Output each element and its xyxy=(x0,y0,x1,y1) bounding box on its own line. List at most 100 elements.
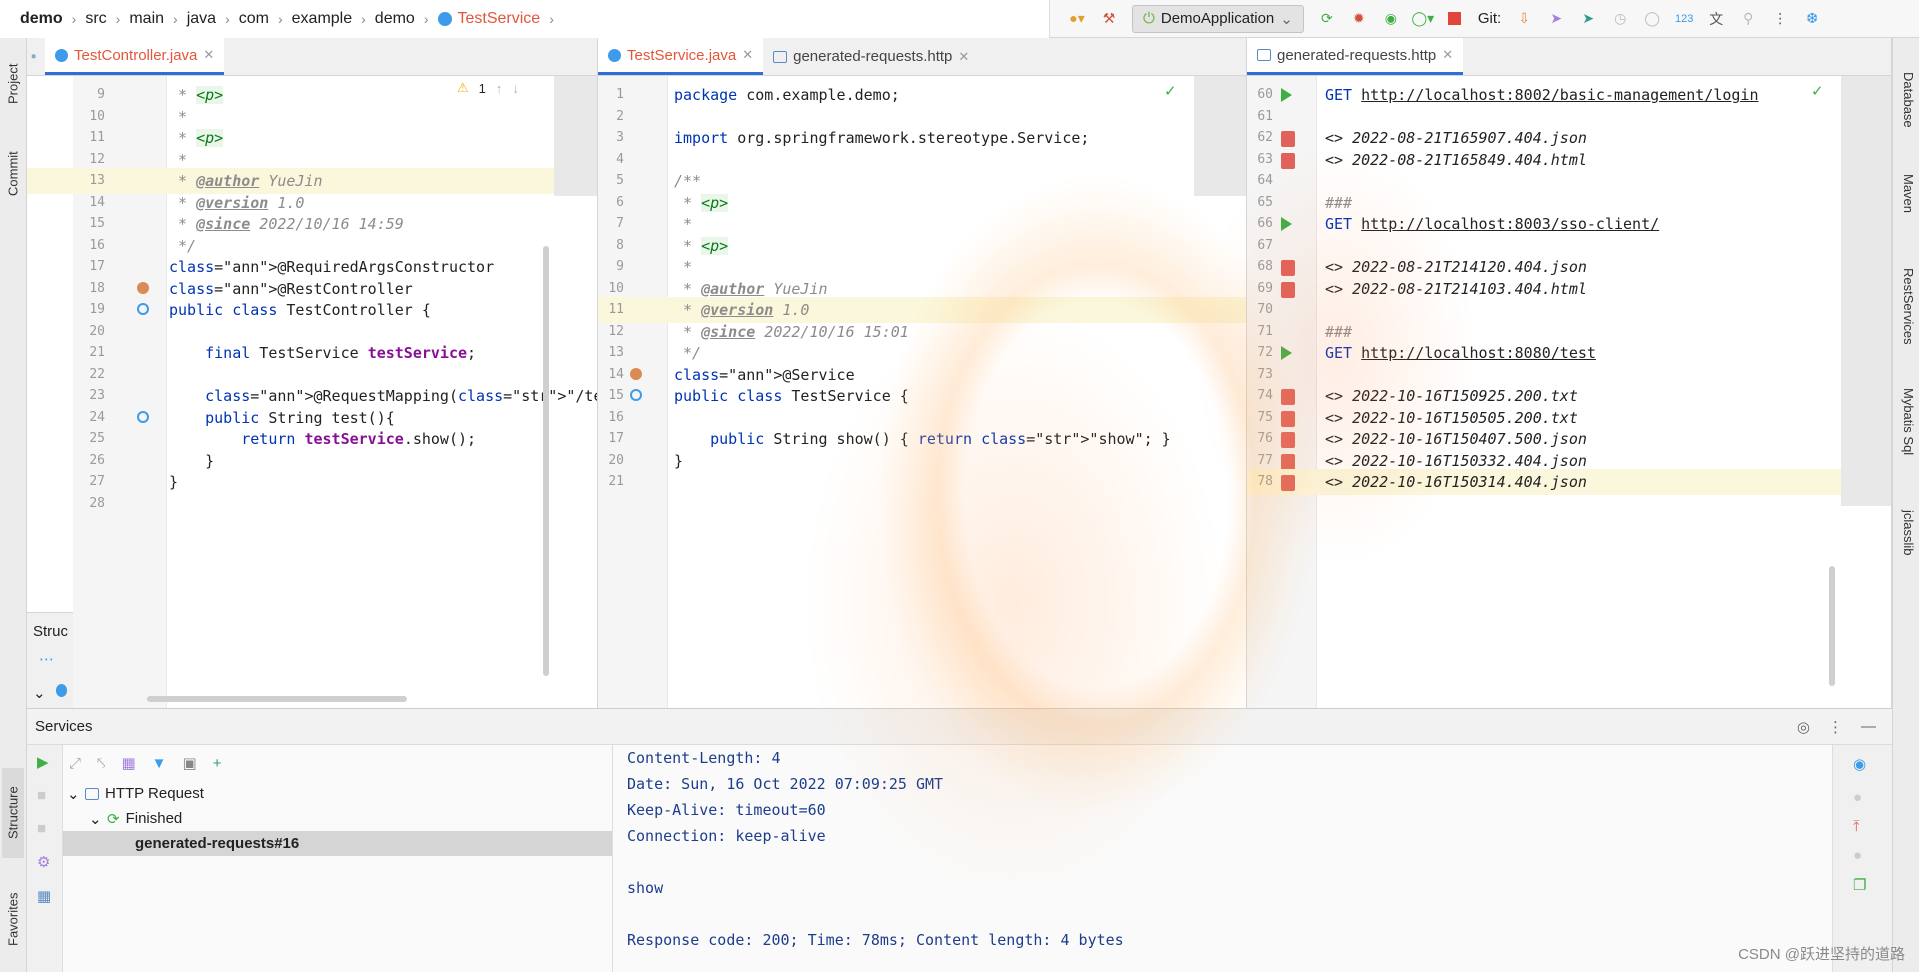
tree-node-finished[interactable]: ⌄ ⟳ Finished xyxy=(63,806,612,831)
git-commit-icon[interactable]: ➤ xyxy=(1547,10,1565,28)
more-icon[interactable]: ⋯ xyxy=(27,650,73,668)
database-tool-tab[interactable]: Database xyxy=(1894,72,1916,162)
more-icon[interactable]: ⋮ xyxy=(1771,10,1789,28)
close-icon[interactable]: ✕ xyxy=(958,49,969,65)
collapse-all-icon[interactable]: ⤣ xyxy=(97,755,105,772)
close-icon[interactable]: ✕ xyxy=(742,47,753,63)
response-file-icon[interactable] xyxy=(1281,410,1295,427)
counter-icon[interactable]: 123 xyxy=(1675,10,1693,28)
minimap[interactable] xyxy=(554,76,597,196)
run-request-icon[interactable] xyxy=(1281,88,1292,102)
navigate-icon[interactable] xyxy=(137,303,149,315)
inspection-widget[interactable]: ⚠ 1 ↑ ↓ xyxy=(457,80,519,96)
close-icon[interactable]: ✕ xyxy=(1442,47,1453,63)
mybatis-sql-tool-tab[interactable]: Mybatis Sql xyxy=(1894,388,1916,498)
breadcrumb-item[interactable]: example xyxy=(292,10,352,28)
breadcrumb-item[interactable]: TestService xyxy=(458,10,541,28)
response-file-icon[interactable] xyxy=(1281,475,1295,491)
run-icon[interactable]: ▶ xyxy=(27,745,62,779)
eye-icon[interactable]: ◉ xyxy=(1833,745,1892,783)
target-icon[interactable]: ◎ xyxy=(1797,718,1810,736)
commit-tool-tab[interactable]: Commit xyxy=(2,134,24,214)
code-editor[interactable]: 9 * <p> 10 * 11 * <p> 12 * 13 * @author YueJ… xyxy=(27,76,597,708)
history-icon[interactable]: ◷ xyxy=(1611,10,1629,28)
minimize-icon[interactable]: — xyxy=(1861,718,1876,736)
run-configuration-selector[interactable]: ⏻ DemoApplication ⌄ xyxy=(1132,4,1304,33)
restart-icon[interactable]: ■ xyxy=(27,812,62,845)
debug-icon[interactable]: ✹ xyxy=(1350,10,1368,28)
restservices-tool-tab[interactable]: RestServices xyxy=(1894,268,1916,378)
project-tool-tab[interactable]: Project xyxy=(2,44,24,124)
copy-icon[interactable]: ❐ xyxy=(1833,870,1892,900)
spring-bean-icon[interactable] xyxy=(630,367,642,380)
profile-icon[interactable]: ◯▾ xyxy=(1412,10,1435,28)
arrow-up-icon[interactable]: ↑ xyxy=(496,81,503,96)
response-file-icon[interactable] xyxy=(1281,152,1295,169)
code-line[interactable]: 21 xyxy=(598,469,1246,495)
tab-generated-requests[interactable]: generated-requests.http ✕ xyxy=(1247,38,1464,75)
stop-icon[interactable] xyxy=(1446,10,1464,28)
structure-tool-tab[interactable]: Structure xyxy=(2,768,24,858)
run-request-icon[interactable] xyxy=(1281,346,1292,360)
run-coverage-icon[interactable]: ◉ xyxy=(1382,10,1400,28)
spring-bean-icon[interactable] xyxy=(137,281,149,294)
response-file-icon[interactable] xyxy=(1281,281,1295,298)
structure-mini-row[interactable]: ⌄ xyxy=(27,668,73,702)
breadcrumb-item[interactable]: main xyxy=(129,10,164,28)
code-editor[interactable]: 60 GET http://localhost:8002/basic-manage… xyxy=(1247,76,1891,708)
breadcrumb-item[interactable]: src xyxy=(85,10,106,28)
code-editor[interactable]: 1 package com.example.demo; 2 3 import org.s… xyxy=(598,76,1246,708)
response-file-icon[interactable] xyxy=(1281,432,1295,448)
circle-icon[interactable]: ● xyxy=(1833,783,1892,812)
stop-icon[interactable]: ■ xyxy=(27,779,62,812)
more-icon[interactable]: ⋮ xyxy=(1828,718,1843,736)
plugin-logo-icon[interactable]: ❆ xyxy=(1803,10,1821,28)
circle-icon[interactable]: ● xyxy=(1833,841,1892,870)
minimap[interactable] xyxy=(1841,76,1891,506)
navigate-icon[interactable] xyxy=(137,410,149,423)
tree-node-http-request[interactable]: ⌄ HTTP Request xyxy=(63,781,612,806)
rollback-icon[interactable]: ◯ xyxy=(1643,10,1661,28)
navigate-icon[interactable] xyxy=(630,389,642,401)
git-push-icon[interactable]: ➤ xyxy=(1579,10,1597,28)
layout-icon[interactable]: ▦ xyxy=(27,879,62,913)
response-file-icon[interactable] xyxy=(1281,453,1295,470)
minimap[interactable] xyxy=(1194,76,1246,196)
vertical-scrollbar[interactable] xyxy=(1829,566,1835,686)
response-file-icon[interactable] xyxy=(1281,260,1295,276)
horizontal-scrollbar[interactable] xyxy=(147,696,407,702)
tab-test-controller[interactable]: TestController.java ✕ xyxy=(45,38,225,75)
tab-test-service[interactable]: TestService.java ✕ xyxy=(598,38,764,75)
expand-all-icon[interactable]: ⤢ xyxy=(69,755,81,772)
build-hammer-icon[interactable]: ⚒ xyxy=(1100,10,1118,28)
breadcrumb-item[interactable]: java xyxy=(187,10,216,28)
close-icon[interactable]: ✕ xyxy=(203,47,214,63)
jclasslib-tool-tab[interactable]: jclasslib xyxy=(1894,510,1916,600)
tree-node-generated-request[interactable]: generated-requests#16 xyxy=(63,831,612,856)
code-line[interactable]: 78 <> 2022-10-16T150314.404.json xyxy=(1247,469,1891,495)
user-icon[interactable]: ●▾ xyxy=(1068,10,1086,28)
git-update-icon[interactable]: ⇩ xyxy=(1515,10,1533,28)
filter-icon[interactable]: ▼ xyxy=(152,755,167,772)
maven-tool-tab[interactable]: Maven xyxy=(1894,174,1916,254)
breadcrumb-item[interactable]: demo xyxy=(20,10,63,28)
vertical-scrollbar[interactable] xyxy=(543,246,549,676)
group-by-icon[interactable]: ▦ xyxy=(121,754,135,772)
settings-gear-icon[interactable]: ⚙ xyxy=(27,845,62,879)
pin-icon[interactable]: ▪ xyxy=(27,38,45,75)
breadcrumb-item[interactable]: demo xyxy=(375,10,415,28)
search-icon[interactable]: ⚲ xyxy=(1739,10,1757,28)
favorites-tool-tab[interactable]: Favorites xyxy=(2,874,24,964)
response-file-icon[interactable] xyxy=(1281,131,1295,147)
new-tab-icon[interactable]: ▣ xyxy=(183,754,197,772)
add-service-icon[interactable]: + xyxy=(213,755,222,772)
response-output[interactable]: Content-Length: 4 Date: Sun, 16 Oct 2022 … xyxy=(613,745,1832,972)
translate-icon[interactable]: 文 xyxy=(1707,10,1725,28)
code-line[interactable]: 28 xyxy=(27,491,597,517)
breadcrumb-item[interactable]: com xyxy=(239,10,269,28)
run-request-icon[interactable] xyxy=(1281,217,1292,231)
pin-icon[interactable]: ⤒ xyxy=(1833,812,1892,841)
tab-generated-requests[interactable]: generated-requests.http ✕ xyxy=(763,38,979,75)
arrow-down-icon[interactable]: ↓ xyxy=(512,81,519,96)
response-file-icon[interactable] xyxy=(1281,389,1295,405)
